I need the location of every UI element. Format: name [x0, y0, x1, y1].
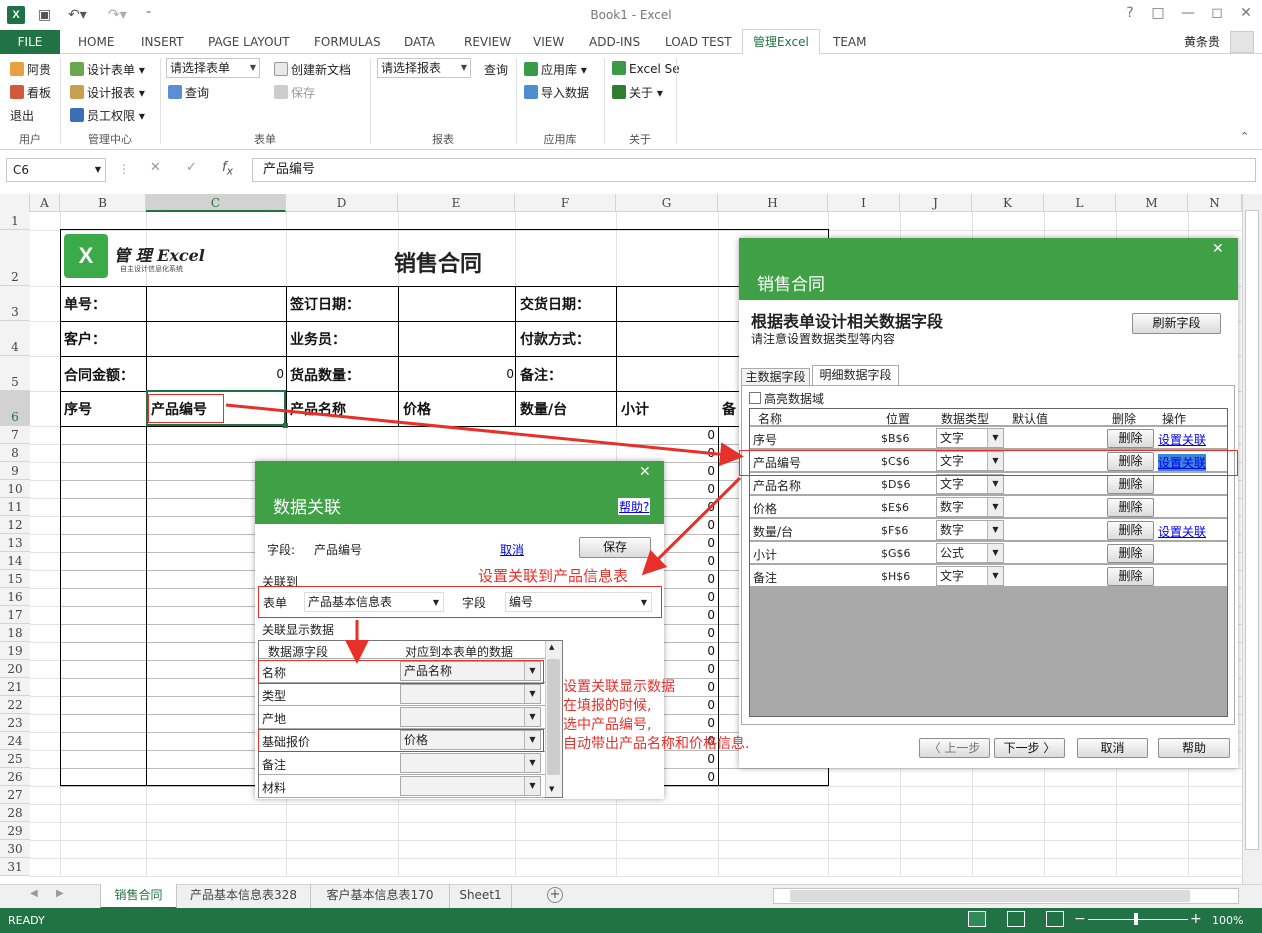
sheet-tab-product-info[interactable]: 产品基本信息表328 [177, 884, 311, 908]
add-sheet-icon[interactable]: + [547, 887, 563, 903]
arrow-to-link-dialog [641, 476, 742, 576]
zoom-slider-thumb[interactable] [1134, 913, 1138, 925]
excel-window: X ▣ ↶▾ ↷▾ ⁼ Book1 - Excel ? □ — ◻ ✕ FILE… [0, 0, 1262, 933]
zoom-out-icon[interactable]: − [1074, 911, 1086, 927]
scroll-right-icon[interactable]: ▶ [56, 888, 64, 899]
sheet-tab-sales-contract[interactable]: 销售合同 [100, 884, 177, 909]
annotation-arrows [225, 403, 744, 664]
vertical-scrollbar-thumb[interactable] [1245, 210, 1259, 850]
status-bar [0, 908, 1262, 933]
zoom-slider[interactable] [1088, 919, 1188, 920]
sheet-tab-sheet1[interactable]: Sheet1 [450, 884, 512, 908]
scroll-left-icon[interactable]: ◀ [30, 888, 38, 899]
zoom-level[interactable]: 100% [1212, 914, 1243, 927]
normal-view-icon[interactable] [968, 911, 986, 927]
arrow-to-product-code [225, 403, 744, 467]
zoom-in-icon[interactable]: + [1190, 911, 1202, 927]
page-break-view-icon[interactable] [1046, 911, 1064, 927]
status-ready: READY [8, 914, 45, 927]
page-layout-view-icon[interactable] [1007, 911, 1025, 927]
horizontal-scrollbar-thumb[interactable] [790, 890, 1190, 902]
sheet-tab-customer-info[interactable]: 客户基本信息表170 [311, 884, 450, 908]
